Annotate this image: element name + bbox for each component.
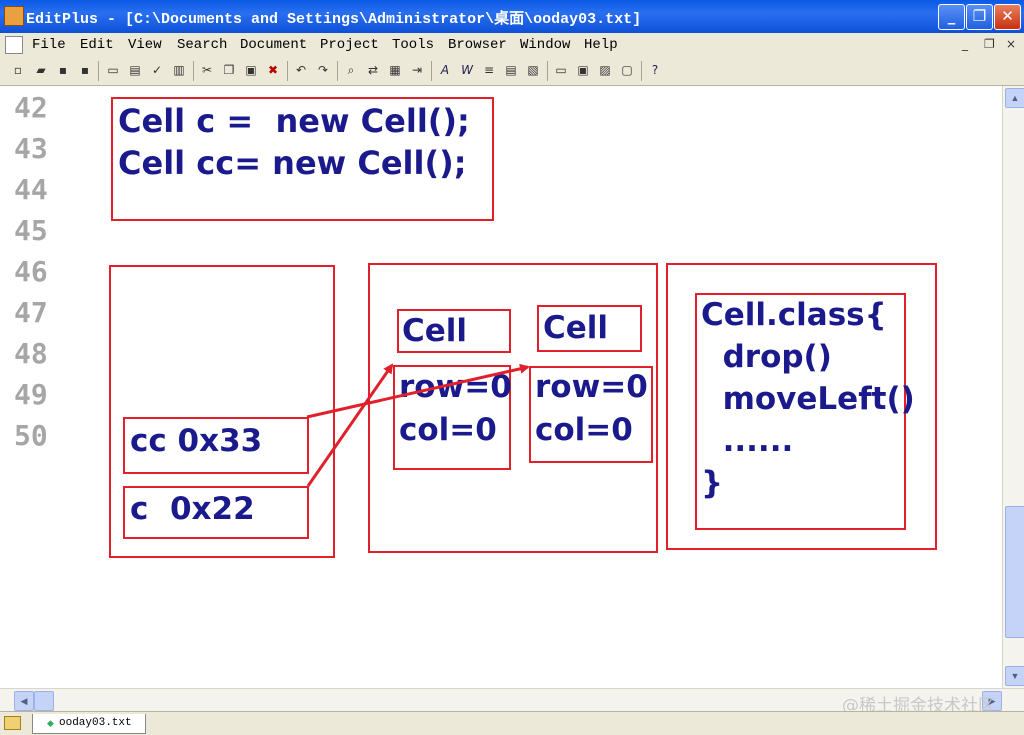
folder-icon[interactable]: [4, 716, 21, 730]
column-select-icon[interactable]: ▧: [525, 62, 541, 78]
paste-icon[interactable]: ▣: [243, 62, 259, 78]
new-icon[interactable]: ▫: [10, 62, 26, 78]
cut-icon[interactable]: ✂: [199, 62, 215, 78]
mdi-restore-button[interactable]: ❐: [984, 37, 995, 51]
undo-icon[interactable]: ↶: [293, 62, 309, 78]
menu-bar: File Edit View Search Document Project T…: [0, 33, 1024, 58]
replace-icon[interactable]: ⇄: [365, 62, 381, 78]
goto-icon[interactable]: ⇥: [409, 62, 425, 78]
mdi-minimize-button[interactable]: _: [962, 37, 968, 51]
directory-icon[interactable]: ▨: [597, 62, 613, 78]
screen-icon[interactable]: ▭: [553, 62, 569, 78]
browser-icon[interactable]: ▥: [171, 62, 187, 78]
document-tab-label: ooday03.txt: [59, 717, 132, 729]
menu-file[interactable]: File: [32, 37, 66, 53]
cliptext-icon[interactable]: ▢: [619, 62, 635, 78]
find-in-files-icon[interactable]: ▦: [387, 62, 403, 78]
title-bar: EditPlus - [C:\Documents and Settings\Ad…: [0, 0, 1024, 33]
menu-browser[interactable]: Browser: [448, 37, 507, 53]
scroll-left-icon[interactable]: ◀: [14, 691, 34, 711]
menu-help[interactable]: Help: [584, 37, 618, 53]
vertical-scroll-thumb[interactable]: [1005, 506, 1024, 638]
print-icon[interactable]: ▤: [127, 62, 143, 78]
delete-icon[interactable]: ✖: [265, 62, 281, 78]
save-all-icon[interactable]: ▪: [77, 62, 93, 78]
minimize-button[interactable]: _: [938, 4, 965, 30]
editor-area[interactable]: 42 43 44 45 46 47 48 49 50 Cell c = new …: [0, 86, 1002, 686]
menu-view[interactable]: View: [128, 37, 162, 53]
close-button[interactable]: ✕: [994, 4, 1021, 30]
font-icon[interactable]: A: [437, 62, 453, 78]
menu-edit[interactable]: Edit: [80, 37, 114, 53]
editplus-app-icon[interactable]: [4, 6, 24, 26]
vertical-scrollbar[interactable]: ▲ ▼: [1002, 86, 1024, 688]
horizontal-scroll-thumb[interactable]: [34, 691, 54, 711]
menu-project[interactable]: Project: [320, 37, 379, 53]
mdi-close-button[interactable]: ×: [1006, 37, 1016, 51]
menu-window[interactable]: Window: [520, 37, 570, 53]
arrow-cc-to-object-2: [306, 363, 530, 419]
file-tab-icon: ◆: [47, 718, 54, 728]
find-icon[interactable]: ⌕: [343, 62, 359, 78]
document-tab[interactable]: ◆ ooday03.txt: [32, 714, 146, 734]
maximize-button[interactable]: ❐: [966, 4, 993, 30]
menu-search[interactable]: Search: [177, 37, 227, 53]
open-icon[interactable]: ▰: [33, 62, 49, 78]
window-title: EditPlus - [C:\Documents and Settings\Ad…: [26, 11, 642, 28]
menu-document[interactable]: Document: [240, 37, 307, 53]
arrow-c-to-object-1: [306, 363, 394, 487]
save-icon[interactable]: ▪: [55, 62, 71, 78]
document-menu-icon[interactable]: [5, 36, 23, 54]
print-preview-icon[interactable]: ▭: [105, 62, 121, 78]
copy-icon[interactable]: ❐: [221, 62, 237, 78]
toolbar: ▫ ▰ ▪ ▪ ▭ ▤ ✓ ▥ ✂ ❐ ▣ ✖ ↶ ↷ ⌕ ⇄ ▦ ⇥ A W …: [0, 57, 1024, 86]
reference-arrows: [306, 363, 530, 487]
document-tab-bar: ◆ ooday03.txt: [0, 711, 1024, 735]
line-number-icon[interactable]: ≡: [481, 62, 497, 78]
help-icon[interactable]: ?: [647, 62, 663, 78]
menu-tools[interactable]: Tools: [392, 37, 434, 53]
word-wrap-icon[interactable]: W: [459, 62, 475, 78]
redo-icon[interactable]: ↷: [315, 62, 331, 78]
output-icon[interactable]: ▣: [575, 62, 591, 78]
ruler-icon[interactable]: ▤: [503, 62, 519, 78]
scroll-down-icon[interactable]: ▼: [1005, 666, 1024, 686]
spell-check-icon[interactable]: ✓: [149, 62, 165, 78]
scroll-up-icon[interactable]: ▲: [1005, 88, 1024, 108]
